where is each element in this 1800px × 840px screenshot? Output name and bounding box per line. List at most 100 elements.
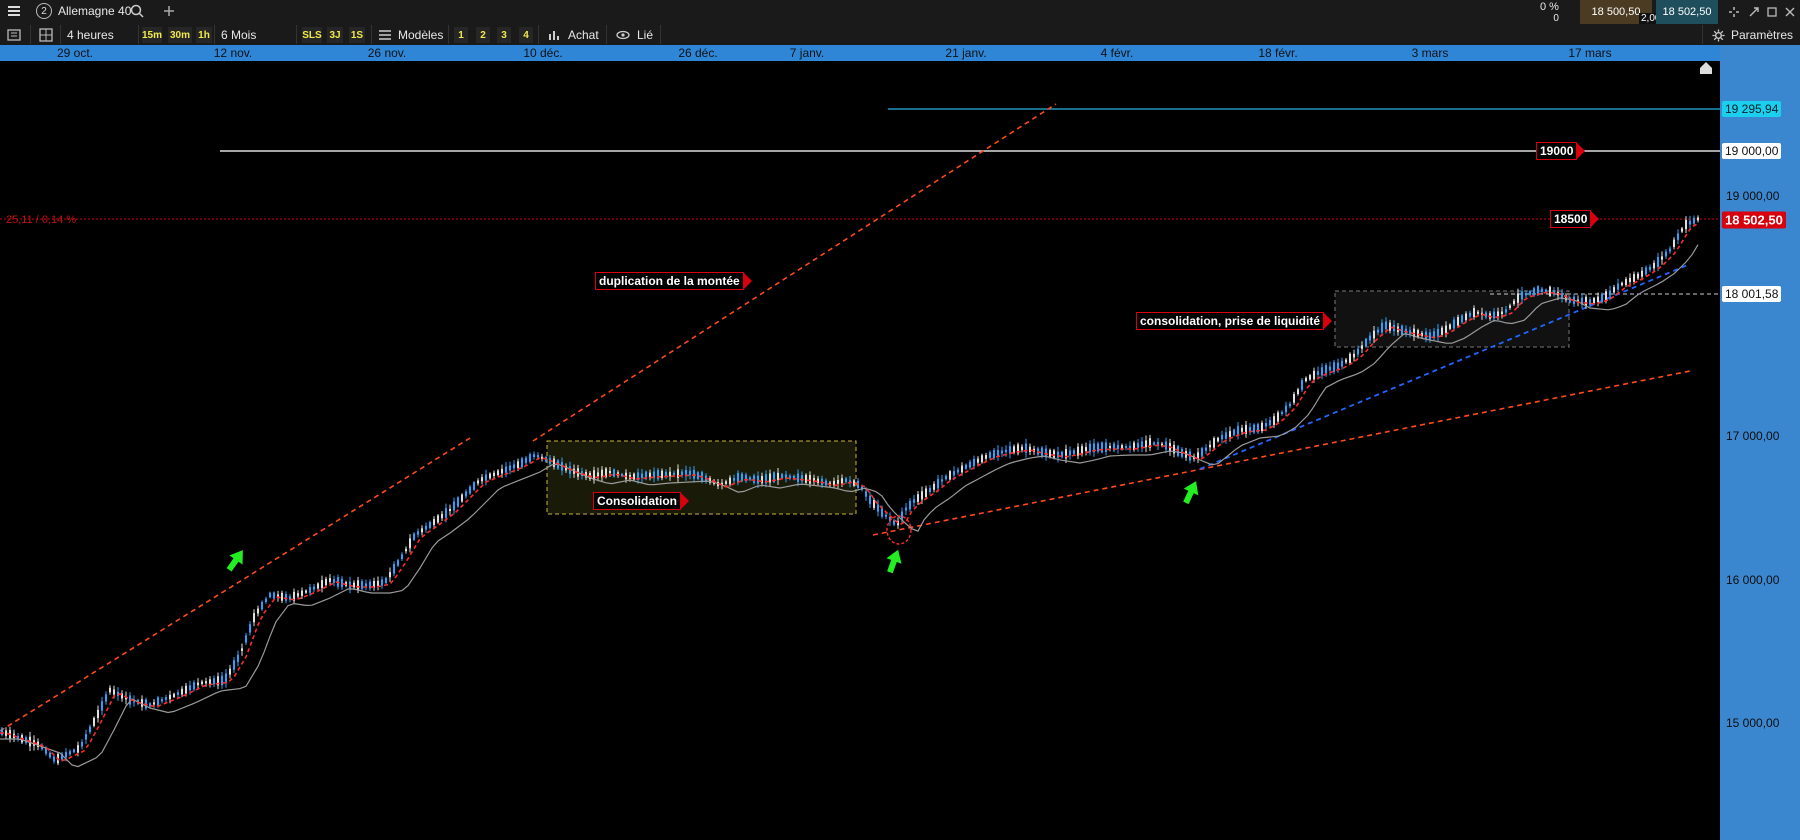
candle-body — [1233, 429, 1235, 436]
candle-body — [521, 458, 523, 468]
link-button[interactable]: Lié — [616, 24, 653, 46]
candle-body — [1625, 278, 1627, 286]
search-icon[interactable] — [130, 0, 144, 22]
maximize-icon[interactable] — [1748, 1, 1760, 23]
date-tick: 7 janv. — [789, 46, 825, 60]
candle-body — [1501, 311, 1503, 315]
candle-body — [281, 592, 283, 601]
toolbar: 2 Allemagne 40 0 % 0 18 500,50 2,00 18 5… — [0, 0, 1800, 46]
candle-body — [1689, 220, 1691, 225]
layout-icon[interactable] — [6, 24, 22, 46]
candle-body — [1669, 248, 1671, 252]
range-3j[interactable]: 3J — [327, 27, 343, 43]
grid-icon[interactable] — [38, 24, 54, 46]
candle-body — [1101, 442, 1103, 453]
annotation-consolidation-liquidity[interactable]: consolidation, prise de liquidité — [1136, 312, 1333, 330]
candle-body — [1441, 327, 1443, 335]
candle-body — [81, 741, 83, 747]
candle-body — [209, 679, 211, 685]
candle-body — [1129, 445, 1131, 449]
candle-body — [977, 458, 979, 463]
timeframe-15m[interactable]: 15m — [142, 27, 162, 43]
candle-body — [73, 749, 75, 753]
candle-body — [993, 450, 995, 458]
candle-body — [397, 560, 399, 566]
candle-body — [1513, 300, 1515, 305]
candle-body — [1213, 438, 1215, 448]
candle-body — [173, 693, 175, 698]
candle-body — [1389, 322, 1391, 331]
candle-body — [205, 681, 207, 684]
range-sls[interactable]: SLS — [302, 27, 322, 43]
candle-body — [553, 458, 555, 467]
candle-body — [597, 472, 599, 477]
candle-body — [1281, 411, 1283, 415]
candle-body — [1265, 423, 1267, 427]
annotation-level-19000[interactable]: 19000 — [1536, 142, 1586, 160]
date-tick: 4 févr. — [1100, 46, 1134, 60]
candle-body — [197, 682, 199, 686]
layout-slot-3[interactable]: 3 — [497, 27, 511, 43]
candle-body — [609, 470, 611, 474]
candle-body — [1109, 445, 1111, 449]
candle-body — [385, 577, 387, 584]
candle-body — [1493, 311, 1495, 319]
candle-body — [189, 685, 191, 691]
annotation-consolidation[interactable]: Consolidation — [593, 492, 689, 510]
candle-body — [485, 474, 487, 481]
candle-body — [5, 730, 7, 736]
level-tag-19000: 19 000,00 — [1722, 143, 1782, 159]
settings-icon[interactable] — [1728, 1, 1740, 23]
candle-body — [1309, 375, 1311, 380]
price-chart — [0, 62, 1720, 768]
layout-slot-4[interactable]: 4 — [519, 27, 533, 43]
candle-body — [1249, 427, 1251, 431]
timeframe-30m[interactable]: 30m — [168, 27, 192, 43]
buy-button[interactable]: Achat — [548, 24, 599, 46]
popout-icon[interactable] — [1766, 1, 1778, 23]
menu-icon[interactable] — [6, 0, 22, 22]
annotation-duplication[interactable]: duplication de la montée — [595, 272, 752, 290]
candle-body — [689, 470, 691, 476]
price-axis[interactable]: 19 295,94 19 000,00 18 502,50 18 001,58 … — [1720, 45, 1800, 840]
current-price-tag: 18 502,50 — [1722, 211, 1786, 229]
candle-body — [517, 461, 519, 469]
interval-select[interactable]: 4 heures — [67, 24, 114, 46]
candle-body — [109, 687, 111, 693]
candle-body — [1369, 335, 1371, 341]
price-tick: 15 000,00 — [1726, 716, 1780, 730]
home-icon[interactable] — [1700, 62, 1712, 74]
chart-area[interactable]: 25,11 / 0,14 % duplication de la montée … — [0, 61, 1720, 840]
candle-body — [749, 477, 751, 480]
candle-body — [1593, 297, 1595, 304]
layout-slot-2[interactable]: 2 — [476, 27, 490, 43]
layout-slot-1[interactable]: 1 — [454, 27, 468, 43]
candle-body — [1461, 315, 1463, 323]
candle-body — [669, 471, 671, 477]
candle-body — [729, 477, 731, 485]
range-select[interactable]: 6 Mois — [221, 24, 256, 46]
candle-body — [413, 533, 415, 540]
timeframe-1h[interactable]: 1h — [196, 27, 212, 43]
add-tab-button[interactable] — [163, 0, 175, 22]
close-icon[interactable] — [1784, 1, 1796, 23]
candle-body — [393, 564, 395, 574]
models-button[interactable]: Modèles — [378, 24, 443, 46]
candle-body — [1465, 313, 1467, 321]
candle-body — [193, 682, 195, 690]
ask-price[interactable]: 18 502,50 — [1656, 0, 1718, 24]
candle-body — [1029, 446, 1031, 453]
date-tick: 21 janv. — [945, 46, 987, 60]
date-tick: 26 nov. — [367, 46, 407, 60]
date-tick: 12 nov. — [213, 46, 253, 60]
candle-body — [1685, 219, 1687, 230]
candle-body — [809, 475, 811, 484]
candle-body — [837, 479, 839, 484]
candle-body — [249, 624, 251, 633]
range-1s[interactable]: 1S — [349, 27, 365, 43]
candle-body — [505, 466, 507, 473]
settings-button[interactable]: Paramètres — [1712, 24, 1793, 46]
annotation-level-18500[interactable]: 18500 — [1550, 210, 1600, 228]
candle-body — [317, 583, 319, 589]
instrument-tab[interactable]: 2 Allemagne 40 — [36, 0, 131, 22]
